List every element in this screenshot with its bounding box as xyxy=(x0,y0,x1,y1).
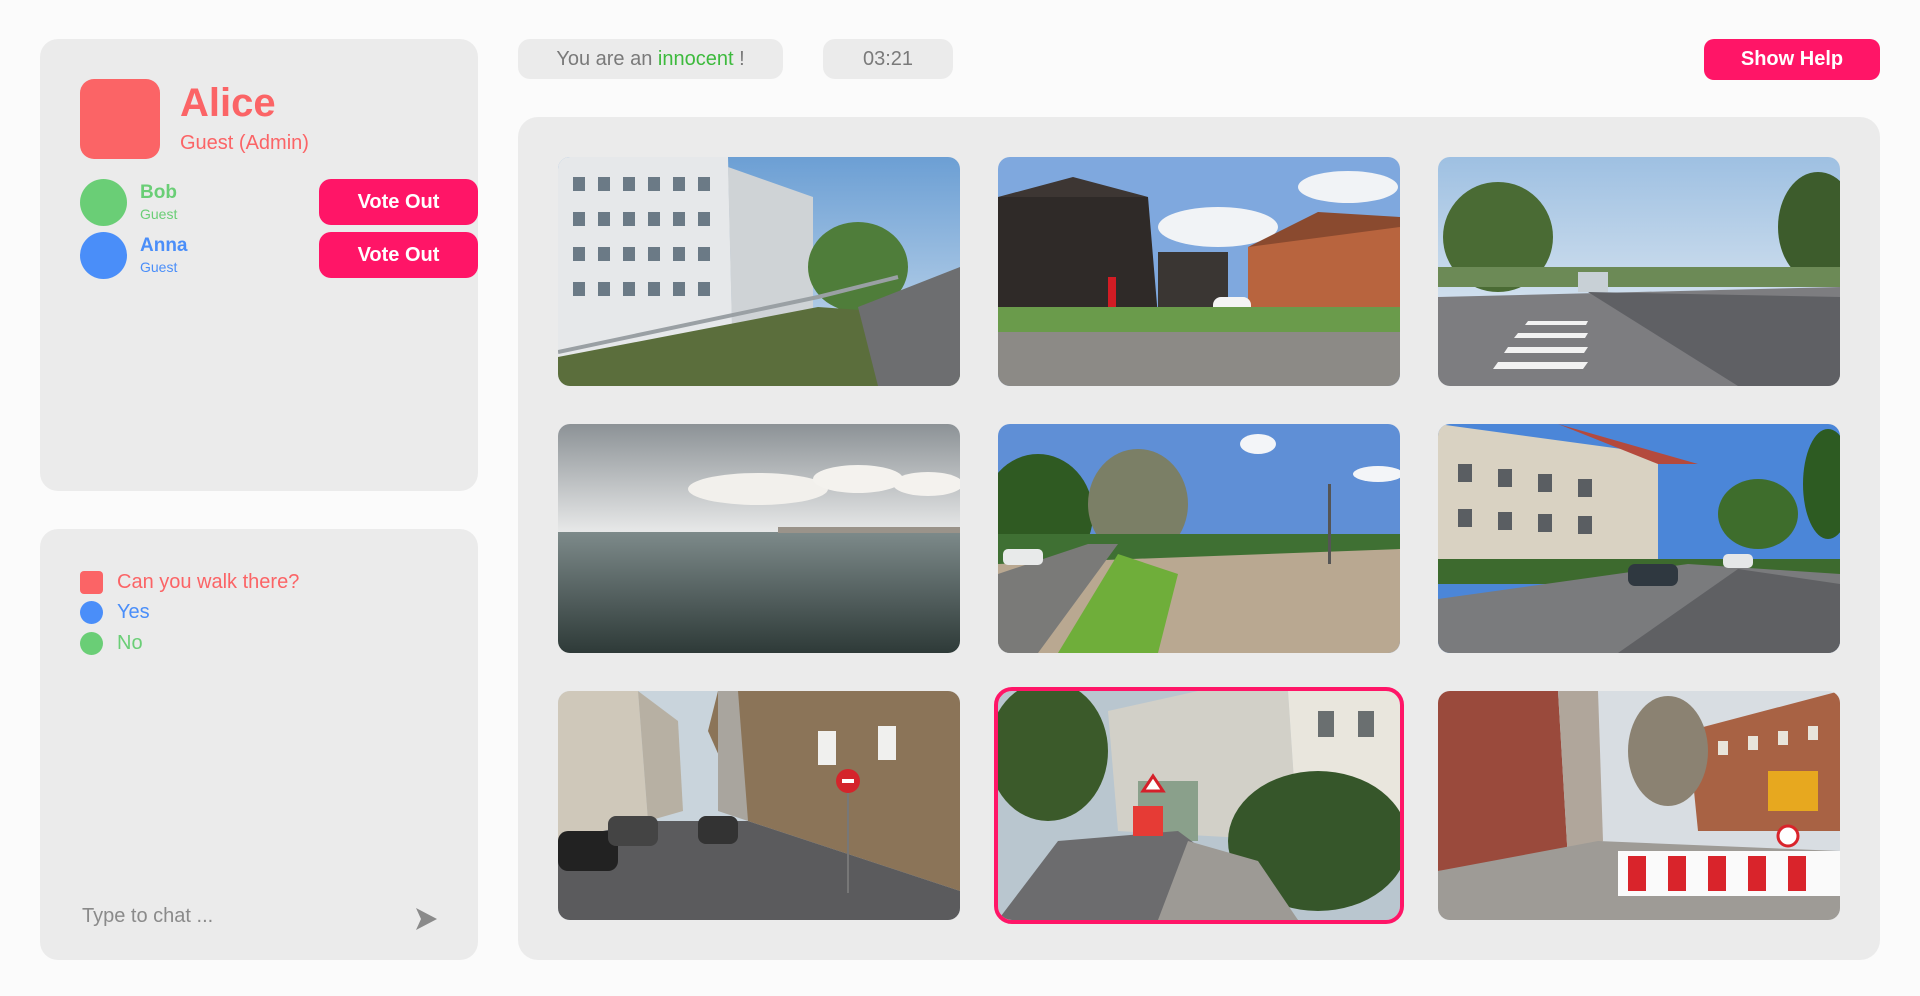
street-photo xyxy=(558,157,960,386)
gallery-image-1[interactable] xyxy=(558,157,960,386)
player-avatar xyxy=(80,179,127,226)
role-suffix: ! xyxy=(739,48,745,70)
gallery-image-7[interactable] xyxy=(558,691,960,920)
street-photo xyxy=(998,424,1400,653)
show-help-button[interactable]: Show Help xyxy=(1704,39,1880,80)
role-word: innocent xyxy=(657,48,734,70)
sea-photo xyxy=(558,424,960,653)
player-row-anna: Anna Guest Vote Out xyxy=(80,232,478,280)
chat-author-circle-icon xyxy=(80,601,103,624)
player-role: Guest xyxy=(140,259,178,275)
vote-out-button-anna[interactable]: Vote Out xyxy=(319,232,478,278)
player-name: Bob xyxy=(140,182,177,203)
my-name: Alice xyxy=(180,81,276,125)
street-photo xyxy=(558,691,960,920)
player-avatar xyxy=(80,232,127,279)
chat-message-text: Can you walk there? xyxy=(117,571,300,593)
chat-panel: Can you walk there? Yes No xyxy=(40,529,478,960)
chat-author-square-icon xyxy=(80,571,103,594)
timer: 03:21 xyxy=(823,39,953,79)
players-panel: Alice Guest (Admin) Bob Guest Vote Out A… xyxy=(40,39,478,491)
vote-out-button-bob[interactable]: Vote Out xyxy=(319,179,478,225)
chat-input[interactable] xyxy=(80,899,384,933)
street-photo xyxy=(1438,691,1840,920)
gallery-image-2[interactable] xyxy=(998,157,1400,386)
my-role: Guest (Admin) xyxy=(180,132,309,154)
player-role: Guest xyxy=(140,206,178,222)
street-photo xyxy=(998,691,1400,920)
gallery-image-3[interactable] xyxy=(1438,157,1840,386)
role-prefix: You are an xyxy=(556,48,653,70)
gallery-image-8-selected[interactable] xyxy=(994,687,1404,924)
street-photo xyxy=(1438,424,1840,653)
street-photo xyxy=(1438,157,1840,386)
send-arrow-icon[interactable] xyxy=(413,906,439,932)
chat-author-circle-icon xyxy=(80,632,103,655)
gallery-image-5[interactable] xyxy=(998,424,1400,653)
player-row-bob: Bob Guest Vote Out xyxy=(80,179,478,227)
gallery-image-6[interactable] xyxy=(1438,424,1840,653)
gallery-image-9[interactable] xyxy=(1438,691,1840,920)
player-name: Anna xyxy=(140,235,188,256)
chat-message-text: No xyxy=(117,632,143,654)
role-status-badge: You are an innocent ! xyxy=(518,39,783,79)
gallery-image-4[interactable] xyxy=(558,424,960,653)
image-gallery xyxy=(518,117,1880,960)
my-avatar xyxy=(80,79,160,159)
chat-message-text: Yes xyxy=(117,601,150,623)
street-photo xyxy=(998,157,1400,386)
